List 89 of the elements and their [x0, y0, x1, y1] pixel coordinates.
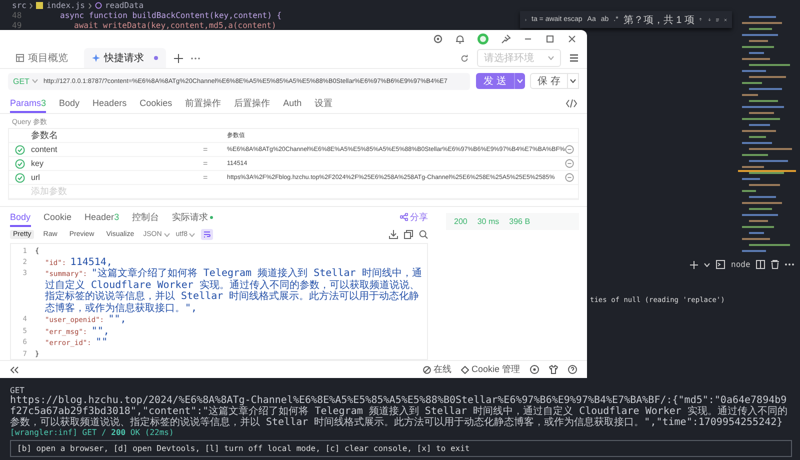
wrap-toggle-icon[interactable]	[201, 229, 214, 240]
chevron-down-icon	[548, 56, 554, 60]
layout-icon	[16, 54, 24, 62]
plus-icon[interactable]	[174, 54, 183, 62]
equals-sign: =	[203, 159, 209, 168]
chevron-down-icon	[570, 79, 576, 83]
request-tab[interactable]: 前置操作	[185, 93, 222, 113]
sparkle-icon	[92, 54, 100, 62]
trash-icon[interactable]	[771, 260, 780, 269]
save-options-button[interactable]	[568, 73, 579, 89]
response-size: 396 B	[509, 217, 530, 226]
close-icon[interactable]	[567, 34, 577, 44]
javascript-file-icon	[36, 2, 44, 9]
status-code: 200	[454, 217, 468, 226]
line-number: 48	[12, 11, 23, 20]
chevron-down-icon[interactable]	[704, 262, 710, 266]
equals-sign: =	[203, 173, 209, 182]
maximize-icon[interactable]	[545, 34, 555, 44]
param-name[interactable]: url	[31, 173, 203, 182]
split-icon[interactable]	[756, 260, 766, 269]
param-name[interactable]: key	[31, 159, 203, 168]
more-icon[interactable]	[191, 56, 200, 60]
code-line: await writeData(key,content,md5,a(content)	[74, 20, 276, 30]
send-options-button[interactable]	[514, 73, 525, 89]
check-circle-icon[interactable]	[15, 144, 25, 154]
terminal-hint-box: [b] open a browser, [d] open Devtools, [l] turn off local mode, [c] clear console, [x] to exit	[10, 440, 792, 457]
response-tab[interactable]: Header3	[84, 207, 120, 227]
cookie-manager-button[interactable]: Cookie 管理	[461, 363, 520, 376]
code-line: async function buildBackContent(key,content) {	[60, 11, 282, 20]
settings-icon[interactable]	[433, 34, 443, 44]
check-circle-icon[interactable]	[15, 158, 25, 168]
response-tab[interactable]: 控制台	[132, 207, 160, 227]
download-icon[interactable]	[389, 230, 398, 239]
terminal-icon	[716, 260, 725, 269]
response-tab[interactable]: Body	[10, 207, 31, 227]
chevron-down-icon	[164, 232, 170, 236]
breadcrumb-item[interactable]: src	[12, 1, 26, 10]
terminal-line: https://blog.hzchu.top/2024/%E6%8A%8ATg-Channel%E6%8E%A5%E5%85%A5%E5%88%B0Stellar%E6%97%B6%E9%97%B4%E7%BA%BF/:{"md5":"0a64e7894b9f27c5a67ab29f3bd3018","content":"这篇文章介绍了如何将 Telegram 频道接入到 Stellar 时间线中，通过自定义 Cloudflare Worker 实现。通过传入不同的参数，可以获取频道说说、指定标签的说说等信息，并以 Stellar 时间线格式展示。此方法可以用于动态化静态博客，或作为信息获取接口。","time":1709954255242}	[10, 395, 788, 428]
search-icon[interactable]	[419, 230, 428, 239]
pin-icon[interactable]	[501, 34, 511, 44]
chevron-down-icon	[32, 79, 38, 83]
remove-icon[interactable]	[565, 173, 574, 182]
param-name[interactable]: content	[31, 145, 203, 154]
help-icon[interactable]	[568, 365, 577, 374]
response-tab[interactable]: Cookie	[44, 207, 72, 227]
remove-icon[interactable]	[565, 145, 574, 154]
workspace-tab[interactable]: 快捷请求	[84, 48, 166, 68]
send-button[interactable]: 发 送	[476, 73, 514, 89]
share-button[interactable]: 分享	[400, 210, 428, 224]
target-icon[interactable]	[530, 365, 539, 374]
workspace-tab[interactable]: 项目概览	[8, 48, 76, 68]
response-time: 30 ms	[477, 217, 500, 226]
chevron-right-icon	[88, 2, 92, 8]
terminal-line: [wrangler:inf] GET / 200 OK (22ms)	[10, 428, 175, 438]
terminal-line: GET	[10, 386, 26, 395]
copy-icon[interactable]	[404, 230, 413, 239]
chevron-right-icon	[29, 2, 34, 8]
chevron-down-icon	[517, 79, 523, 83]
refresh-icon[interactable]	[460, 54, 469, 62]
code-icon[interactable]	[566, 98, 577, 108]
menu-icon[interactable]	[569, 54, 579, 62]
shirt-icon[interactable]	[549, 365, 558, 374]
breadcrumb-item[interactable]: readData	[104, 1, 144, 10]
more-icon[interactable]	[785, 263, 794, 266]
bell-icon[interactable]	[455, 34, 465, 44]
request-tab[interactable]: Cookies	[140, 93, 172, 113]
breadcrumb-item[interactable]: index.js	[46, 1, 85, 10]
terminal-name[interactable]: node	[731, 260, 750, 269]
find-result-count: 第？项，共 1 项	[623, 14, 694, 26]
chevron-down-icon	[189, 232, 196, 236]
response-tab[interactable]: 实际请求	[172, 207, 208, 227]
request-tab[interactable]: 后置操作	[234, 93, 270, 113]
equals-sign: =	[203, 145, 209, 154]
request-tab[interactable]: Headers	[92, 93, 127, 113]
check-circle-icon[interactable]	[15, 172, 25, 182]
no-sign-icon	[423, 366, 432, 374]
line-number: 49	[12, 20, 23, 30]
save-button[interactable]: 保 存	[530, 73, 568, 89]
collapse-icon[interactable]	[10, 366, 19, 374]
diamond-icon	[461, 366, 470, 374]
share-icon	[400, 213, 408, 221]
request-tab[interactable]: Body	[59, 93, 80, 113]
request-tab[interactable]: 设置	[314, 93, 333, 113]
column-header: 参数名	[31, 129, 59, 142]
online-status-button[interactable]: 在线	[423, 363, 452, 376]
remove-icon[interactable]	[565, 159, 574, 168]
request-tab[interactable]: Params3	[10, 93, 46, 113]
cube-icon	[94, 2, 102, 9]
request-tab[interactable]: Auth	[283, 93, 302, 113]
